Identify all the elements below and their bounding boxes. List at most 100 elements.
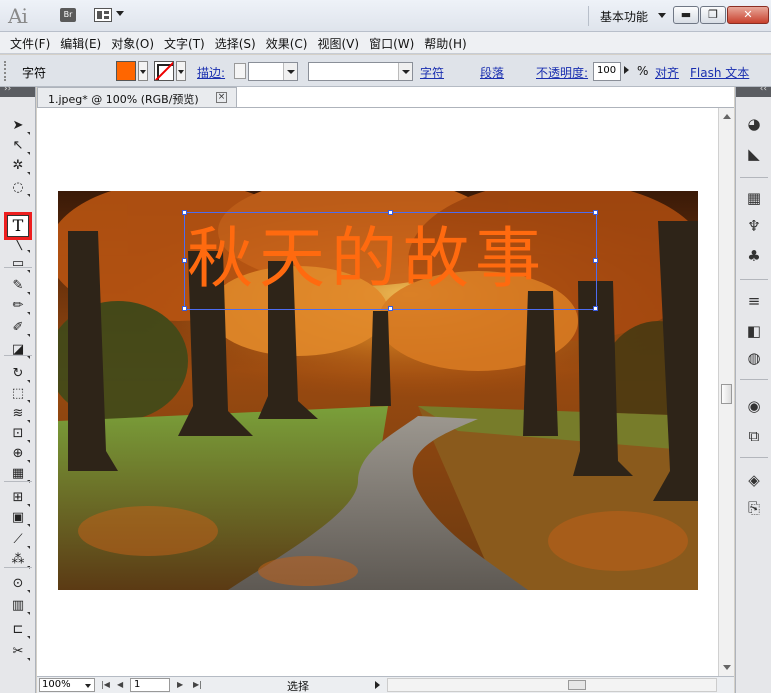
scroll-thumb[interactable] (721, 384, 732, 404)
eraser-tool-icon[interactable]: ◪ (8, 341, 30, 359)
scroll-thumb[interactable] (568, 680, 586, 690)
scroll-up-icon[interactable] (723, 114, 731, 119)
shape-builder-tool-icon[interactable]: ⊕ (8, 445, 30, 463)
paragraph-link[interactable]: 段落 (480, 64, 504, 81)
menu-window[interactable]: 窗口(W) (367, 32, 422, 53)
next-artboard-icon[interactable]: ▶ (177, 680, 186, 690)
resize-handle[interactable] (182, 258, 187, 263)
transparency-panel-icon[interactable]: ◍ (744, 349, 764, 367)
graphic-styles-panel-icon[interactable]: ⧉ (744, 427, 764, 445)
status-menu-icon[interactable] (375, 681, 380, 689)
menu-file[interactable]: 文件(F) (8, 32, 58, 53)
opacity-arrow-icon[interactable] (624, 66, 629, 74)
tools-panel-header[interactable] (0, 84, 35, 97)
color-guide-panel-icon[interactable]: ◣ (744, 145, 764, 163)
prev-artboard-icon[interactable]: ◀ (117, 680, 126, 690)
stroke-weight-select[interactable] (248, 62, 298, 81)
menu-effect[interactable]: 效果(C) (264, 32, 316, 53)
close-window-button[interactable]: ✕ (727, 6, 769, 24)
blob-brush-tool-icon[interactable]: ✐ (8, 319, 30, 337)
gradient-tool-icon[interactable]: ▣ (8, 509, 30, 527)
color-panel-icon[interactable]: ◕ (744, 115, 764, 133)
menu-type[interactable]: 文字(T) (162, 32, 213, 53)
restore-button[interactable]: ❐ (700, 6, 726, 24)
opacity-link[interactable]: 不透明度: (536, 64, 588, 81)
scale-tool-icon[interactable]: ⬚ (8, 385, 30, 403)
document-tab[interactable]: 1.jpeg* @ 100% (RGB/预览) × (37, 87, 237, 107)
rectangle-tool-icon[interactable]: ▭ (8, 255, 30, 273)
workspace-switcher[interactable]: 基本功能 (600, 8, 648, 25)
tools-panel: ➤↖✲◌╲▭✎✏✐◪↻⬚≋⊡⊕▦⊞▣⟋⁂⊙▥⊏✂ T (0, 84, 36, 693)
resize-handle[interactable] (388, 210, 393, 215)
panel-dock-header[interactable] (736, 84, 771, 97)
scroll-down-icon[interactable] (723, 665, 731, 670)
control-bar-label: 字符 (22, 66, 47, 80)
pencil-tool-icon[interactable]: ✏ (8, 297, 30, 315)
column-graph-tool-icon[interactable]: ▥ (8, 597, 30, 615)
swatches-panel-icon[interactable]: ▦ (744, 189, 764, 207)
resize-handle[interactable] (593, 258, 598, 263)
text-bounding-box[interactable] (182, 210, 598, 311)
menu-object[interactable]: 对象(O) (109, 32, 162, 53)
app-logo: Ai (8, 4, 28, 28)
eyedropper-tool-icon[interactable]: ⟋ (8, 531, 30, 549)
resize-handle[interactable] (182, 210, 187, 215)
first-artboard-icon[interactable]: |◀ (101, 680, 110, 690)
horizontal-scrollbar[interactable] (387, 678, 717, 692)
artboards-panel-icon[interactable]: ⎘ (744, 499, 764, 517)
type-tool-button[interactable]: T (4, 212, 32, 240)
menu-view[interactable]: 视图(V) (315, 32, 367, 53)
close-tab-icon[interactable]: × (216, 92, 227, 103)
fill-dropdown[interactable] (138, 61, 148, 81)
style-select[interactable] (308, 62, 413, 81)
symbol-sprayer-tool-icon[interactable]: ⊙ (8, 575, 30, 593)
menu-edit[interactable]: 编辑(E) (58, 32, 109, 53)
stroke-panel-icon[interactable]: ≡ (744, 292, 764, 310)
fill-color-swatch[interactable] (116, 61, 136, 81)
slice-tool-icon[interactable]: ✂ (8, 643, 30, 661)
resize-handle[interactable] (182, 306, 187, 311)
artboard-number-select[interactable]: 1 (130, 678, 170, 692)
character-link[interactable]: 字符 (420, 64, 444, 81)
stroke-dropdown[interactable] (176, 61, 186, 81)
free-transform-tool-icon[interactable]: ⊡ (8, 425, 30, 443)
vertical-scrollbar[interactable] (718, 108, 734, 676)
status-mode[interactable]: 选择 (287, 678, 309, 693)
lasso-tool-icon[interactable]: ◌ (8, 179, 30, 197)
flash-text-link[interactable]: Flash 文本 (690, 64, 749, 81)
resize-handle[interactable] (593, 306, 598, 311)
magic-wand-tool-icon[interactable]: ✲ (8, 157, 30, 175)
mesh-tool-icon[interactable]: ⊞ (8, 489, 30, 507)
paintbrush-tool-icon[interactable]: ✎ (8, 277, 30, 295)
minimize-icon: ▬ (680, 8, 692, 21)
appearance-panel-icon[interactable]: ◉ (744, 397, 764, 415)
warp-tool-icon[interactable]: ≋ (8, 405, 30, 423)
menu-select[interactable]: 选择(S) (213, 32, 264, 53)
menu-help[interactable]: 帮助(H) (422, 32, 474, 53)
arrange-documents-icon[interactable] (94, 8, 112, 22)
grip-handle[interactable] (4, 61, 8, 81)
resize-handle[interactable] (593, 210, 598, 215)
zoom-select[interactable]: 100% (39, 678, 95, 692)
selection-tool-icon[interactable]: ➤ (8, 117, 30, 135)
chevron-down-icon[interactable] (116, 11, 124, 16)
stroke-color-swatch[interactable] (154, 61, 174, 81)
opacity-input[interactable]: 100 (593, 62, 621, 81)
resize-handle[interactable] (388, 306, 393, 311)
minimize-button[interactable]: ▬ (673, 6, 699, 24)
stroke-weight-stepper[interactable] (234, 63, 246, 79)
symbols-panel-icon[interactable]: ♣ (744, 247, 764, 265)
stroke-link[interactable]: 描边: (197, 64, 225, 81)
last-artboard-icon[interactable]: ▶| (193, 680, 202, 690)
gradient-panel-icon[interactable]: ◧ (744, 322, 764, 340)
artboard-tool-icon[interactable]: ⊏ (8, 621, 30, 639)
rotate-tool-icon[interactable]: ↻ (8, 365, 30, 383)
direct-selection-tool-icon[interactable]: ↖ (8, 137, 30, 155)
bridge-button[interactable]: Br (60, 8, 76, 22)
align-link[interactable]: 对齐 (655, 64, 679, 81)
workspace-chevron-icon[interactable] (658, 13, 666, 18)
menu-bar: 文件(F) 编辑(E) 对象(O) 文字(T) 选择(S) 效果(C) 视图(V… (0, 32, 771, 54)
brushes-panel-icon[interactable]: ♆ (744, 217, 764, 235)
document-tab-title: 1.jpeg* @ 100% (RGB/预览) (48, 93, 199, 106)
layers-panel-icon[interactable]: ◈ (744, 471, 764, 489)
